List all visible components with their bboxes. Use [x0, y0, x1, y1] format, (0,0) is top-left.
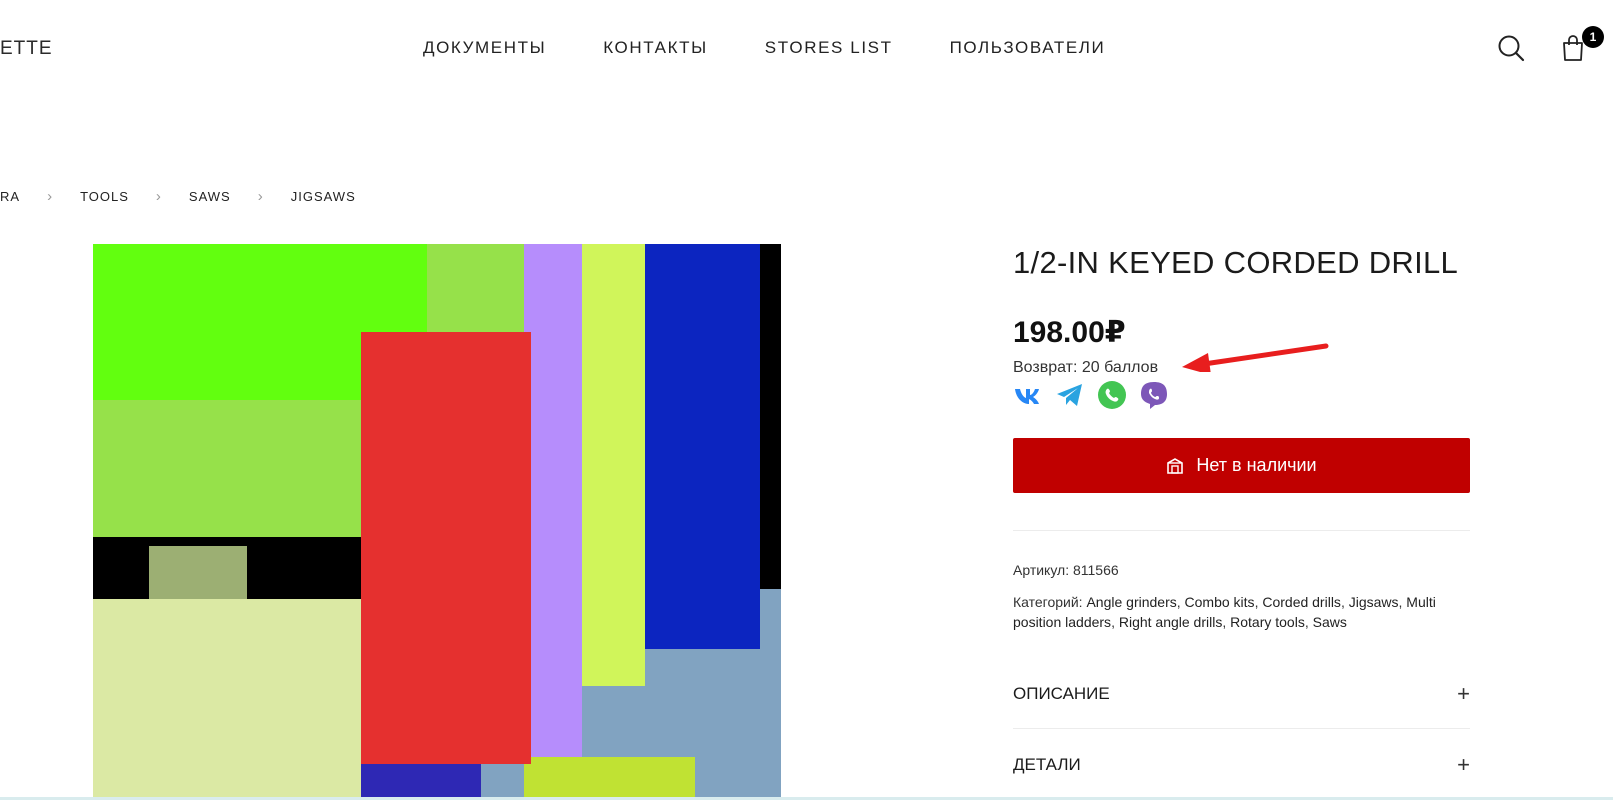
image-block [361, 764, 481, 800]
plus-icon[interactable]: + [1457, 681, 1470, 707]
image-block [524, 757, 695, 800]
category-link[interactable]: Rotary tools [1230, 614, 1305, 630]
cart-count-badge: 1 [1582, 26, 1604, 48]
image-block [149, 546, 247, 599]
divider [1013, 728, 1470, 729]
share-buttons [1013, 380, 1169, 410]
breadcrumb-item-current[interactable]: Jigsaws [291, 189, 356, 204]
image-block [427, 244, 524, 339]
category-link[interactable]: Jigsaws [1349, 594, 1399, 610]
sku-label: Артикул: [1013, 562, 1070, 578]
accordion-description-label: Описание [1013, 684, 1110, 703]
accordion-details-label: Детали [1013, 755, 1081, 774]
category-link[interactable]: Angle grinders [1086, 594, 1176, 610]
image-block [524, 244, 582, 772]
product-price: 198.00₽ [1013, 316, 1126, 349]
breadcrumb-item[interactable]: Saws [189, 189, 231, 204]
cashback-text: Возврат: 20 баллов [1013, 359, 1159, 376]
vk-icon[interactable] [1013, 380, 1043, 410]
site-logo[interactable]: ETTE [0, 38, 53, 60]
main-nav: Документы Контакты Stores list Пользоват… [423, 38, 1105, 58]
viber-icon[interactable] [1139, 380, 1169, 410]
nav-item-documents[interactable]: Документы [423, 38, 546, 58]
breadcrumb-item[interactable]: Tools [80, 189, 129, 204]
accordion-details[interactable]: Детали + [1013, 752, 1470, 778]
category-link[interactable]: Saws [1313, 614, 1347, 630]
store-icon [1167, 457, 1184, 474]
sku-line: Артикул: 811566 [1013, 562, 1119, 578]
image-block [645, 244, 760, 649]
search-icon[interactable] [1497, 34, 1525, 62]
categories-label: Категорий: [1013, 594, 1083, 610]
image-block [93, 400, 363, 537]
image-block [93, 599, 363, 800]
nav-item-contacts[interactable]: Контакты [603, 38, 708, 58]
telegram-icon[interactable] [1055, 380, 1085, 410]
out-of-stock-label: Нет в наличии [1196, 455, 1317, 475]
product-title: 1/2-in keyed corded drill [1013, 245, 1459, 280]
chevron-right-icon: › [155, 188, 162, 205]
category-link[interactable]: Combo kits [1185, 594, 1255, 610]
annotation-arrow-icon [1182, 343, 1329, 372]
category-link[interactable]: Corded drills [1262, 594, 1341, 610]
out-of-stock-button[interactable]: Нет в наличии [1013, 438, 1470, 493]
sku-value: 811566 [1072, 562, 1119, 578]
image-block [582, 244, 645, 686]
nav-item-stores-list[interactable]: Stores list [765, 38, 893, 58]
categories-line: Категорий: Angle grinders, Combo kits, C… [1013, 594, 1436, 630]
product-image[interactable] [93, 244, 781, 800]
category-link[interactable]: Right angle drills [1119, 614, 1223, 630]
accordion-description[interactable]: Описание + [1013, 681, 1470, 707]
divider [1013, 530, 1470, 531]
nav-item-users[interactable]: Пользователи [950, 38, 1106, 58]
plus-icon[interactable]: + [1457, 752, 1470, 778]
breadcrumb: ra › Tools › Saws › Jigsaws [0, 188, 356, 205]
image-block [760, 244, 781, 589]
whatsapp-icon[interactable] [1097, 380, 1127, 410]
chevron-right-icon: › [257, 188, 264, 205]
chevron-right-icon: › [47, 188, 54, 205]
image-block [361, 332, 531, 764]
breadcrumb-item[interactable]: ra [0, 189, 20, 204]
